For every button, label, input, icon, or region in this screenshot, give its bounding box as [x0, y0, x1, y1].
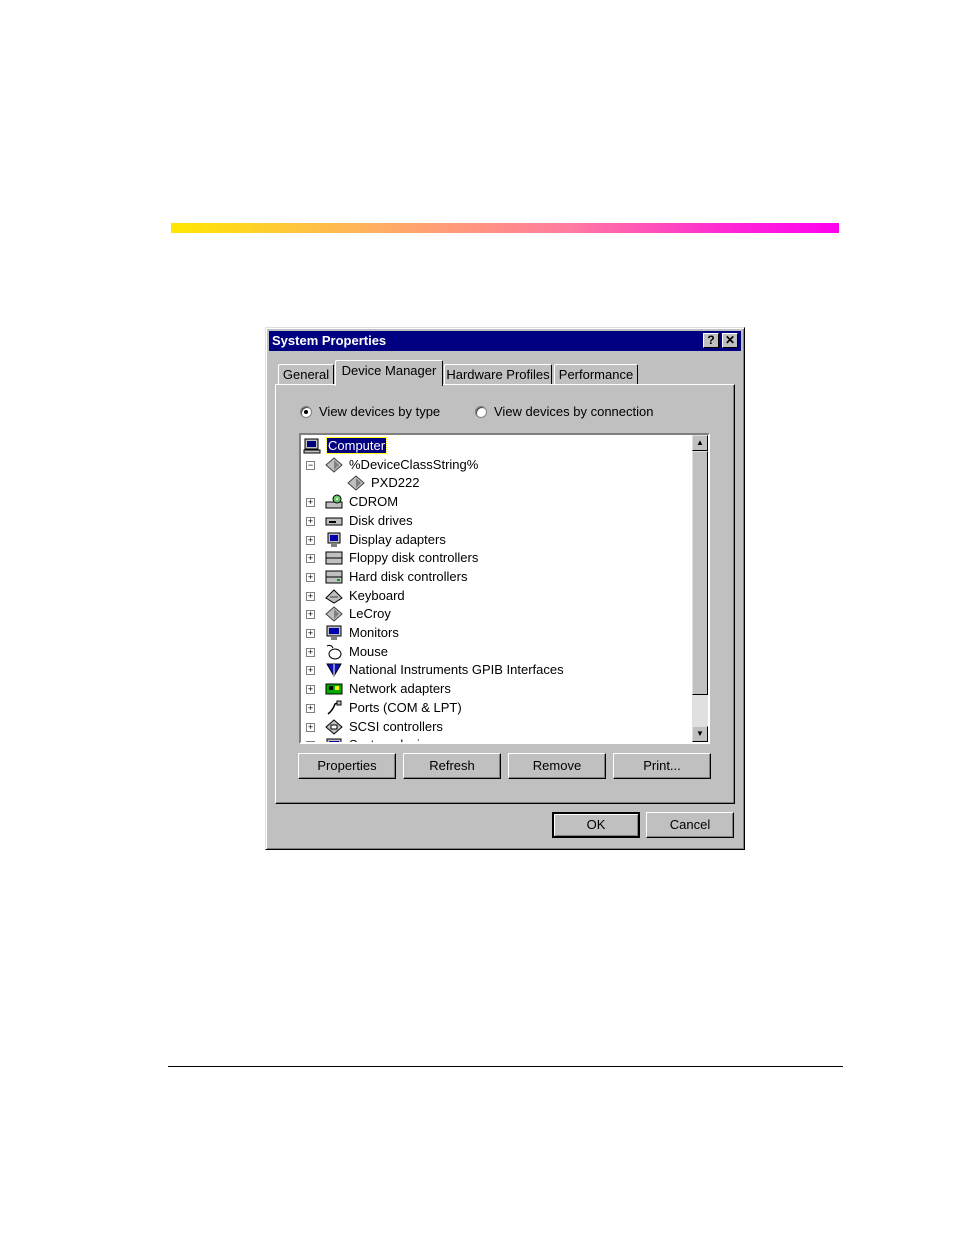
cdrom-icon	[325, 494, 343, 510]
tree-item-label: Network adapters	[349, 681, 451, 697]
expand-plus-icon[interactable]: +	[306, 572, 315, 582]
scsi-icon	[325, 718, 343, 735]
computer-icon	[303, 438, 321, 454]
tab-device-manager[interactable]: Device Manager	[335, 360, 443, 386]
window-title: System Properties	[272, 333, 387, 348]
expand-plus-icon[interactable]: +	[306, 666, 315, 676]
scroll-thumb[interactable]	[692, 451, 708, 695]
tab-performance[interactable]: Performance	[554, 364, 638, 385]
tree-item-label: LeCroy	[349, 606, 391, 622]
expand-plus-icon[interactable]: +	[306, 629, 315, 638]
hard-disk-controller-icon	[325, 569, 343, 585]
refresh-button[interactable]: Refresh	[403, 753, 501, 779]
tree-item-label: Monitors	[349, 625, 399, 640]
tab-general[interactable]: General	[278, 364, 334, 385]
cancel-button[interactable]: Cancel	[646, 812, 734, 838]
tree-item-label: National Instruments GPIB Interfaces	[349, 662, 564, 678]
system-properties-dialog: System Properties ? ✕ General Device Man…	[265, 327, 745, 850]
scroll-down-arrow-icon[interactable]: ▼	[692, 726, 708, 742]
ok-button[interactable]: OK	[552, 812, 640, 838]
ports-icon	[325, 700, 343, 716]
keyboard-icon	[325, 588, 343, 604]
tree-item-label: Mouse	[349, 643, 389, 659]
tree-item-label: Computer	[325, 437, 388, 454]
collapse-minus-icon[interactable]: −	[306, 460, 315, 470]
network-adapter-icon	[325, 681, 343, 697]
mouse-icon	[325, 644, 343, 660]
expand-plus-icon[interactable]: +	[306, 535, 315, 545]
expand-plus-icon[interactable]: +	[306, 591, 315, 601]
scroll-up-arrow-icon[interactable]: ▲	[692, 435, 708, 451]
disk-drive-icon	[325, 513, 343, 529]
expand-plus-icon[interactable]: +	[306, 722, 315, 732]
tree-item-label: Ports (COM & LPT)	[349, 699, 462, 715]
tree-item-label: Display adapters	[349, 531, 446, 547]
tree-item-label: PXD222	[371, 475, 420, 491]
tree-item-label: SCSI controllers	[349, 718, 443, 734]
device-tree[interactable]: Computer %DeviceClassString% − PXD222 CDROM +…	[299, 433, 710, 744]
system-devices-icon	[325, 737, 343, 742]
expand-plus-icon[interactable]: +	[306, 741, 315, 742]
floppy-controller-icon	[325, 550, 343, 566]
expand-plus-icon[interactable]: +	[306, 498, 315, 508]
expand-plus-icon[interactable]: +	[306, 516, 315, 526]
expand-plus-icon[interactable]: +	[306, 703, 315, 713]
diamond-device-icon	[325, 457, 343, 473]
tree-item-label: Hard disk controllers	[349, 568, 468, 584]
tree-item-label: System devices	[349, 737, 440, 742]
monitor-icon	[325, 625, 343, 641]
radio-label: View devices by type	[319, 404, 441, 419]
radio-selected-icon	[300, 406, 312, 418]
expand-plus-icon[interactable]: +	[306, 685, 315, 695]
tree-item-label: Disk drives	[349, 512, 413, 528]
tree-item-label: CDROM	[349, 494, 399, 510]
tree-item-label: Keyboard	[349, 587, 405, 603]
diamond-device-icon	[347, 475, 365, 492]
decorative-gradient-bar	[171, 223, 839, 233]
title-bar[interactable]: System Properties ? ✕	[269, 331, 741, 351]
expand-plus-icon[interactable]: +	[306, 647, 315, 657]
radio-unselected-icon	[475, 406, 487, 418]
bottom-divider	[168, 1066, 843, 1067]
expand-plus-icon[interactable]: +	[306, 610, 315, 620]
print-button[interactable]: Print...	[613, 753, 711, 779]
gpib-icon	[325, 662, 343, 678]
close-button[interactable]: ✕	[722, 333, 738, 348]
tree-item-label: Floppy disk controllers	[349, 550, 479, 566]
display-adapter-icon	[325, 532, 343, 548]
radio-label: View devices by connection	[494, 404, 654, 419]
tab-hardware-profiles[interactable]: Hardware Profiles	[444, 364, 552, 385]
properties-button[interactable]: Properties	[298, 753, 396, 779]
remove-button[interactable]: Remove	[508, 753, 606, 779]
vertical-scrollbar[interactable]: ▲ ▼	[692, 435, 708, 742]
help-button[interactable]: ?	[703, 333, 719, 348]
expand-plus-icon[interactable]: +	[306, 554, 315, 564]
tree-item-label: %DeviceClassString%	[349, 456, 479, 472]
diamond-device-icon	[325, 606, 343, 622]
